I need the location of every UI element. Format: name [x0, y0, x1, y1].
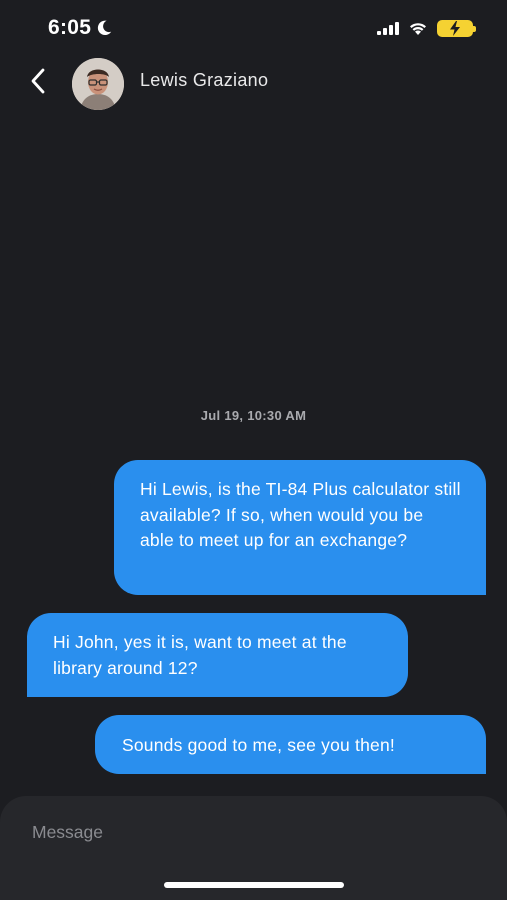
bolt-icon	[450, 21, 460, 36]
moon-icon	[98, 20, 112, 36]
status-indicators	[377, 20, 476, 37]
contact-avatar[interactable]	[72, 58, 124, 110]
cellular-signal-icon	[377, 22, 399, 35]
avatar-photo	[72, 58, 124, 110]
conversation-timestamp: Jul 19, 10:30 AM	[200, 408, 307, 423]
message-bubble-incoming[interactable]: Hi John, yes it is, want to meet at the …	[27, 613, 408, 697]
contact-name[interactable]: Lewis Graziano	[140, 70, 268, 91]
message-input[interactable]	[20, 814, 480, 850]
wifi-icon	[410, 23, 426, 35]
conversation-header: Lewis Graziano	[0, 56, 507, 110]
message-bubble-outgoing[interactable]: Sounds good to me, see you then!	[95, 715, 486, 774]
status-bar: 6:05	[0, 0, 507, 56]
chevron-left-icon	[31, 68, 45, 94]
back-button[interactable]	[24, 64, 52, 98]
home-indicator[interactable]	[164, 882, 344, 888]
status-time: 6:05	[48, 16, 113, 40]
message-composer	[0, 796, 507, 900]
message-bubble-outgoing[interactable]: Hi Lewis, is the TI-84 Plus calculator s…	[114, 460, 486, 595]
status-time-text: 6:05	[48, 16, 92, 39]
battery-charging-icon	[437, 20, 476, 37]
